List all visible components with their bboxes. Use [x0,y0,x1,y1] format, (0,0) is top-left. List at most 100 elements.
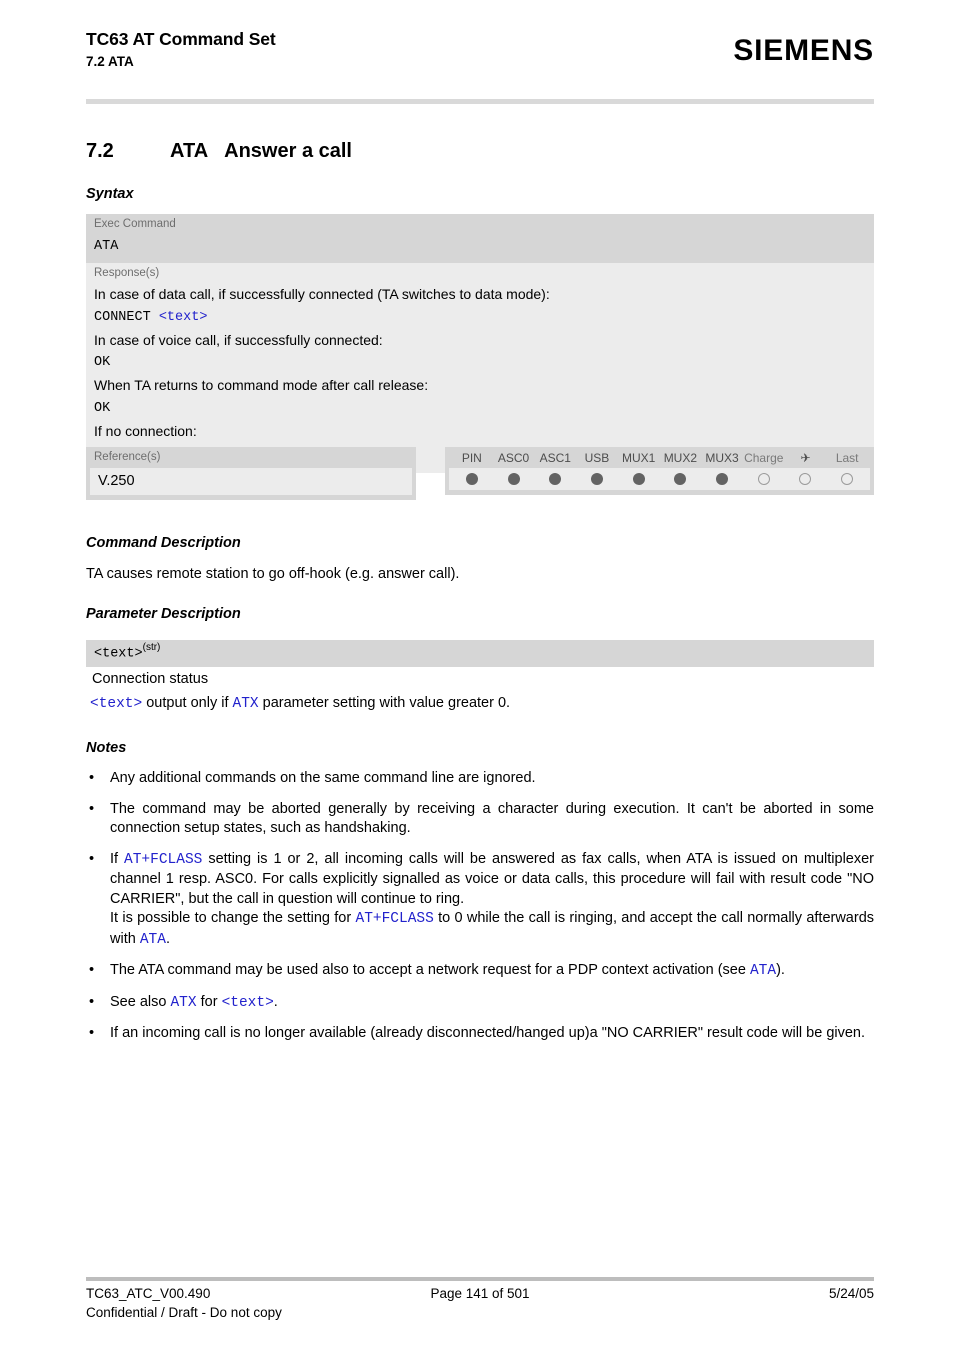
list-item: • If AT+FCLASS setting is 1 or 2, all in… [86,850,874,951]
airplane-icon: ✈ [800,451,811,465]
capability-label-usb: USB [584,451,610,465]
capability-cell-asc0 [493,473,535,485]
note-5-text: See also ATX for <text>. [110,993,278,1011]
capability-cell-mux3 [701,473,743,485]
note-6-text: If an incoming call is no longer availab… [110,1025,866,1041]
dot-empty-icon [841,473,854,485]
reference-value: V.250 [90,468,412,495]
capability-header-row: PIN ASC0 ASC1 USB MUX1 MUX2 MUX3 Charge … [445,447,874,468]
capability-label-mux3: MUX3 [705,451,739,465]
note-5-p2: for [196,993,222,1010]
syntax-table: Exec Command ATA Response(s) In case of … [86,214,874,473]
bullet-icon: • [89,962,95,978]
capability-label-asc0: ASC0 [497,451,530,465]
bullet-icon: • [89,1025,95,1041]
capability-label-pin: PIN [461,451,482,465]
dot-filled-icon [549,473,562,485]
response-line-0: In case of data call, if successfully co… [94,286,550,302]
note-3-p5: . [165,930,170,947]
parameter-note-mid1: output only if [142,695,233,711]
page-footer: TC63_ATC_V00.490 Page 141 of 501 5/24/05… [86,1284,874,1322]
header-section-ref: 7.2 ATA [86,54,134,69]
siemens-logo: SIEMENS [733,34,874,67]
parameter-note-text: <text> output only if ATX parameter sett… [90,693,874,714]
response-section: Response(s) In case of data call, if suc… [86,263,874,473]
response-text-param: <text> [158,309,208,325]
response-line-2: In case of voice call, if successfully c… [94,331,383,348]
bullet-icon: • [89,770,95,786]
note-5-text-param[interactable]: <text> [222,995,274,1011]
footer-page-number: Page 141 of 501 [430,1286,530,1301]
page-title: 7.2 ATA Answer a call [86,138,874,164]
capability-cell-mux2 [660,473,702,485]
note-3-ata-link[interactable]: ATA [140,932,166,948]
dot-filled-icon [507,473,520,485]
capability-cell-airplane [785,473,827,485]
capability-label-last: Last [835,451,859,465]
capability-cell-pin [451,473,493,485]
footer-divider [86,1277,874,1281]
dot-filled-icon [674,473,687,485]
section-name: Answer a call [224,140,352,162]
reference-capability-row: Reference(s) V.250 PIN ASC0 ASC1 USB MUX… [86,447,874,503]
footer-top-row: TC63_ATC_V00.490 Page 141 of 501 5/24/05 [86,1284,874,1303]
note-4-ata-link[interactable]: ATA [750,963,776,979]
dot-filled-icon [632,473,645,485]
parameter-name-bar: <text>(str) [86,640,874,668]
notes-list: • Any additional commands on the same co… [86,769,874,1055]
note-3-p1: If [110,850,125,867]
note-3-text: If AT+FCLASS setting is 1 or 2, all inco… [110,850,874,951]
footer-date: 5/24/05 [828,1286,874,1301]
heading-parameter-description: Parameter Description [86,606,241,622]
dot-filled-icon [590,473,603,485]
capability-dot-row [449,468,870,490]
note-1-text: Any additional commands on the same comm… [110,770,536,786]
capability-label-airplane: ✈ [785,450,827,466]
response-line-1: CONNECT <text> [86,306,874,330]
parameter-note-text-param: <text> [90,696,143,712]
note-3-p2: setting is 1 or 2, all incoming calls wi… [110,850,874,907]
capability-cell-mux1 [618,473,660,485]
exec-command-section: Exec Command ATA [86,214,874,263]
response-label: Response(s) [94,267,160,279]
note-5-p1: See also [110,993,171,1010]
section-number: 7.2 [86,140,114,162]
parameter-type: (str) [142,642,161,653]
capability-table: PIN ASC0 ASC1 USB MUX1 MUX2 MUX3 Charge … [445,447,874,495]
exec-command-label: Exec Command [94,218,176,230]
capability-cell-charge [743,473,785,485]
exec-command-value: ATA [94,239,119,254]
note-4-p1: The ATA command may be used also to acce… [110,962,750,978]
dot-empty-icon [757,473,770,485]
document-page: TC63 AT Command Set 7.2 ATA SIEMENS 7.2 A… [0,0,954,1351]
capability-cell-last [826,473,868,485]
parameter-note-mid2: parameter setting with value greater 0. [258,695,511,711]
document-title: TC63 AT Command Set [86,29,276,49]
header-divider [86,99,874,104]
parameter-status-text: Connection status [92,671,209,687]
dot-filled-icon [716,473,729,485]
list-item: • The command may be aborted generally b… [86,800,874,839]
note-3-fclass-link-2[interactable]: AT+FCLASS [356,911,434,927]
page-header: TC63 AT Command Set 7.2 ATA SIEMENS [86,28,874,90]
footer-confidentiality: Confidential / Draft - Do not copy [86,1305,282,1320]
capability-label-mux1: MUX1 [621,451,656,465]
bullet-icon: • [89,800,95,817]
reference-table: Reference(s) V.250 [86,447,416,500]
reference-label: Reference(s) [94,451,161,463]
note-4-text: The ATA command may be used also to acce… [110,962,785,979]
note-3-fclass-link[interactable]: AT+FCLASS [124,852,202,868]
parameter-note-atx-link[interactable]: ATX [233,696,259,712]
list-item: • If an incoming call is no longer avail… [86,1024,874,1044]
dot-filled-icon [465,473,478,485]
heading-syntax: Syntax [86,186,134,202]
list-item: • See also ATX for <text>. [86,993,874,1014]
response-connect-keyword: CONNECT [94,309,159,325]
bullet-icon: • [89,850,95,867]
response-line-3: OK [94,355,111,370]
list-item: • The ATA command may be used also to ac… [86,961,874,982]
note-3-p3: It is possible to change the setting for [110,910,356,926]
note-5-atx-link[interactable]: ATX [170,995,196,1011]
section-command: ATA [170,140,209,162]
bullet-icon: • [89,993,95,1010]
